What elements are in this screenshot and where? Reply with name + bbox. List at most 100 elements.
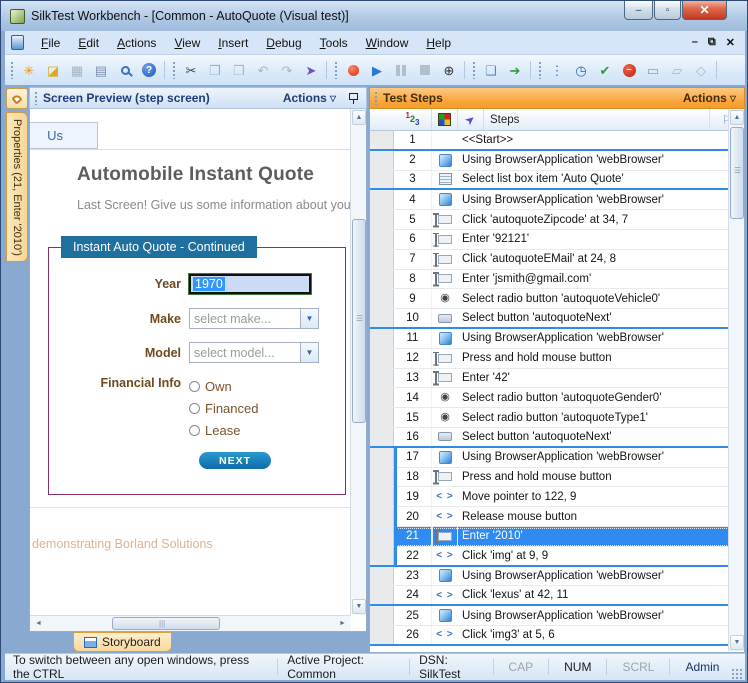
scroll-thumb[interactable]: [730, 127, 744, 219]
open-file-button[interactable]: ◪: [42, 59, 64, 81]
parallelogram-button[interactable]: ▱: [666, 59, 688, 81]
row-header[interactable]: [370, 131, 394, 149]
scroll-up-icon[interactable]: ▲: [352, 110, 366, 125]
menu-item-window[interactable]: Window: [357, 33, 418, 53]
model-select[interactable]: select model... ▼: [189, 342, 319, 363]
row-header[interactable]: [370, 171, 394, 189]
row-header[interactable]: [370, 270, 394, 289]
scroll-down-icon[interactable]: ▼: [730, 635, 744, 650]
object-column-icon[interactable]: [432, 109, 458, 130]
test-step-row[interactable]: 22< >Click 'img' at 9, 9: [370, 547, 744, 567]
test-step-row[interactable]: 24< >Click 'lexus' at 42, 11: [370, 586, 744, 606]
row-number-column-icon[interactable]: 123: [394, 109, 432, 130]
test-step-row[interactable]: 3Select list box item 'Auto Quote': [370, 171, 744, 191]
rectangle-button[interactable]: ▭: [642, 59, 664, 81]
test-step-row[interactable]: 9◉Select radio button 'autoquoteVehicle0…: [370, 289, 744, 309]
test-step-row[interactable]: 7Click 'autoquoteEMail' at 24, 8: [370, 250, 744, 270]
radio-option-own[interactable]: Own: [189, 376, 258, 396]
cut-button[interactable]: ✂: [180, 59, 202, 81]
storyboard-tab[interactable]: Storyboard: [73, 632, 172, 652]
chevron-down-icon[interactable]: ▼: [300, 309, 318, 328]
menu-item-file[interactable]: File: [32, 33, 69, 53]
radio-button-icon[interactable]: [189, 403, 200, 414]
row-header[interactable]: [370, 230, 394, 249]
row-header[interactable]: [370, 349, 394, 368]
copy-button[interactable]: ❐: [204, 59, 226, 81]
preview-horizontal-scrollbar[interactable]: ◄ ►: [30, 615, 351, 631]
test-step-row[interactable]: 14◉Select radio button 'autoquoteGender0…: [370, 388, 744, 408]
menu-item-view[interactable]: View: [165, 33, 209, 53]
radio-button-icon[interactable]: [189, 425, 200, 436]
row-header[interactable]: [370, 190, 394, 209]
row-header[interactable]: [370, 289, 394, 308]
redo-button[interactable]: ↷: [276, 59, 298, 81]
test-step-row[interactable]: 15◉Select radio button 'autoquoteType1': [370, 408, 744, 428]
test-step-row[interactable]: 5Click 'autoquoteZipcode' at 34, 7: [370, 210, 744, 230]
steps-column-header[interactable]: Steps: [484, 109, 710, 130]
row-header[interactable]: [370, 408, 394, 427]
test-step-row[interactable]: 11Using BrowserApplication 'webBrowser': [370, 329, 744, 349]
maximize-button[interactable]: ▫: [654, 1, 681, 20]
row-header[interactable]: [370, 527, 394, 546]
menu-item-help[interactable]: Help: [417, 33, 460, 53]
close-button[interactable]: ✕: [682, 1, 727, 20]
test-step-row[interactable]: 12Press and hold mouse button: [370, 349, 744, 369]
mdi-close-button[interactable]: ✕: [726, 36, 735, 49]
row-header[interactable]: [370, 507, 394, 526]
save-button[interactable]: ▦: [66, 59, 88, 81]
steps-vertical-scrollbar[interactable]: ▲ ▼: [728, 109, 744, 651]
menu-item-insert[interactable]: Insert: [209, 33, 257, 53]
row-header[interactable]: [370, 428, 394, 446]
next-button[interactable]: NEXT: [199, 452, 271, 469]
row-header[interactable]: [370, 586, 394, 604]
radio-option-lease[interactable]: Lease: [189, 420, 258, 440]
test-step-row[interactable]: 25Using BrowserApplication 'webBrowser': [370, 606, 744, 626]
row-header[interactable]: [370, 626, 394, 644]
row-header[interactable]: [370, 487, 394, 506]
test-step-row[interactable]: 21Enter '2010': [370, 527, 744, 547]
stop-button[interactable]: [414, 59, 436, 81]
menu-item-actions[interactable]: Actions: [108, 33, 165, 53]
make-select[interactable]: select make... ▼: [189, 308, 319, 329]
test-step-row[interactable]: 8Enter 'jsmith@gmail.com': [370, 270, 744, 290]
test-step-row[interactable]: 19< >Move pointer to 122, 9: [370, 487, 744, 507]
page-tab-us[interactable]: Us: [30, 122, 98, 149]
scroll-thumb[interactable]: [112, 617, 220, 630]
pause-button[interactable]: [390, 59, 412, 81]
record-button[interactable]: [342, 59, 364, 81]
steps-actions-button[interactable]: Actions ▽: [683, 91, 736, 105]
test-step-row[interactable]: 2Using BrowserApplication 'webBrowser': [370, 151, 744, 171]
resize-grip[interactable]: [731, 668, 742, 680]
scroll-thumb[interactable]: [352, 219, 366, 423]
undo-button[interactable]: ↶: [252, 59, 274, 81]
menu-item-debug[interactable]: Debug: [257, 33, 310, 53]
scroll-left-icon[interactable]: ◄: [31, 617, 46, 630]
radio-option-financed[interactable]: Financed: [189, 398, 258, 418]
row-header[interactable]: [370, 468, 394, 487]
toolbar-grip[interactable]: [172, 61, 176, 79]
pin-icon[interactable]: [348, 92, 358, 104]
radio-button-icon[interactable]: [189, 381, 200, 392]
paste-button[interactable]: ❒: [228, 59, 250, 81]
timer-button[interactable]: ◷: [570, 59, 592, 81]
test-step-row[interactable]: 18Press and hold mouse button: [370, 468, 744, 488]
test-step-row[interactable]: 10Select button 'autoquoteNext': [370, 309, 744, 329]
row-header[interactable]: [370, 388, 394, 407]
test-step-row[interactable]: 4Using BrowserApplication 'webBrowser': [370, 190, 744, 210]
diamond-button[interactable]: ◇: [690, 59, 712, 81]
identify-object-button[interactable]: ⊕: [438, 59, 460, 81]
properties-tab[interactable]: Properties (21, Enter '2010'): [6, 112, 28, 262]
row-header[interactable]: [370, 606, 394, 625]
test-step-row[interactable]: 13Enter '42': [370, 369, 744, 389]
menu-item-edit[interactable]: Edit: [69, 33, 108, 53]
mdi-minimize-button[interactable]: –: [692, 36, 698, 49]
print-button[interactable]: ▤: [90, 59, 112, 81]
test-step-row[interactable]: 20< >Release mouse button: [370, 507, 744, 527]
toolbar-grip[interactable]: [10, 61, 14, 79]
copy-screen-button[interactable]: ❏: [480, 59, 502, 81]
row-header[interactable]: [370, 309, 394, 327]
verify-button[interactable]: ✔: [594, 59, 616, 81]
play-button[interactable]: ▶: [366, 59, 388, 81]
test-step-row[interactable]: 6Enter '92121': [370, 230, 744, 250]
year-input[interactable]: 1970: [189, 274, 311, 294]
